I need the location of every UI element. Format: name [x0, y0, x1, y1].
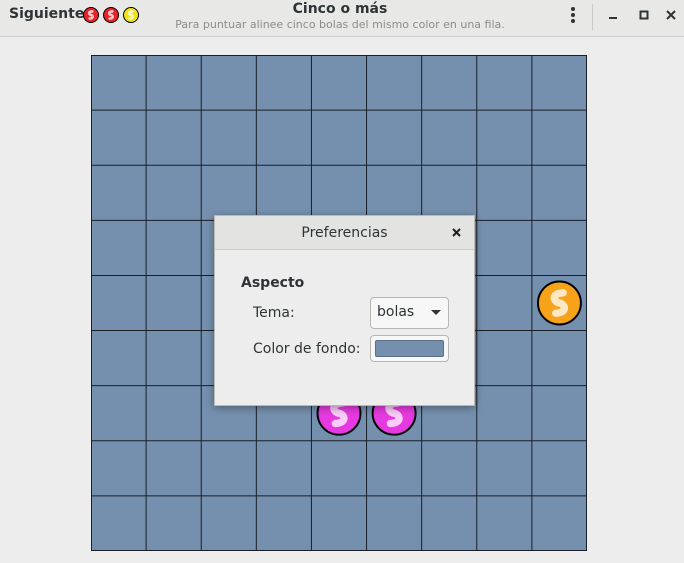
theme-label: Tema:: [253, 305, 295, 321]
header-bar: Siguiente: Cinco o más Para puntuar alin…: [0, 0, 684, 37]
next-label: Siguiente:: [9, 6, 90, 22]
chevron-down-icon: [431, 310, 441, 315]
next-ball-yellow[interactable]: [123, 7, 139, 23]
window-title: Cinco o más: [292, 1, 388, 17]
next-ball-red[interactable]: [103, 7, 119, 23]
next-balls-preview: [83, 7, 139, 23]
color-swatch: [375, 340, 444, 357]
next-ball-red[interactable]: [83, 7, 99, 23]
ball-orange[interactable]: [536, 280, 582, 326]
dialog-title: Preferencias: [301, 225, 388, 241]
background-color-button[interactable]: [370, 335, 449, 362]
window-title-area: Cinco o más Para puntuar alinee cinco bo…: [140, 0, 540, 31]
window-close-button[interactable]: [656, 0, 684, 30]
preferences-dialog: Preferencias Aspecto Tema: bolas Color d…: [214, 215, 475, 406]
maximize-icon: [639, 10, 649, 20]
background-color-label: Color de fondo:: [253, 341, 361, 357]
maximize-button[interactable]: [629, 0, 659, 30]
kebab-menu-icon: [571, 7, 575, 23]
header-separator: [592, 4, 593, 30]
close-icon: [451, 227, 461, 237]
theme-value: bolas: [377, 304, 415, 320]
dialog-close-button[interactable]: [446, 222, 466, 242]
menu-button[interactable]: [558, 0, 588, 30]
close-icon: [666, 10, 676, 20]
section-appearance: Aspecto: [241, 275, 305, 291]
minimize-button[interactable]: [598, 0, 628, 30]
minimize-icon: [609, 17, 617, 19]
theme-combobox[interactable]: bolas: [370, 297, 449, 329]
dialog-header: Preferencias: [215, 216, 474, 250]
window-subtitle: Para puntuar alinee cinco bolas del mism…: [175, 18, 505, 31]
